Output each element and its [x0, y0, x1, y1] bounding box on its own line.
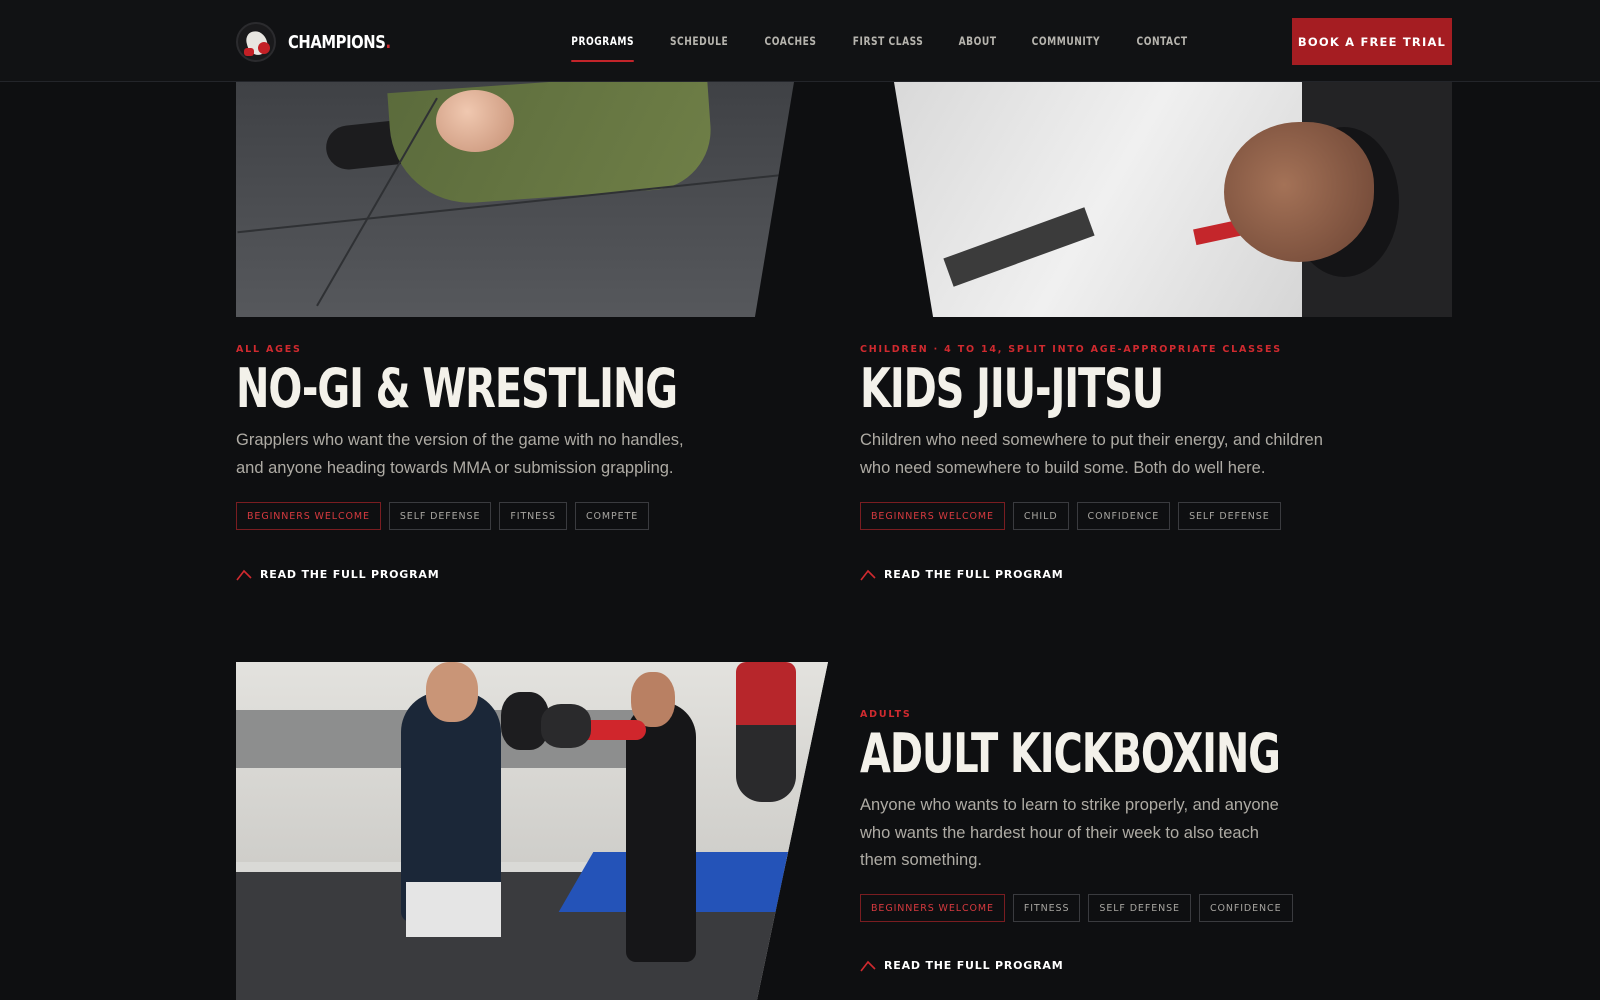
program-title: ADULT KICKBOXING [860, 722, 1281, 785]
tag: SELF DEFENSE [1178, 502, 1281, 530]
site-header: CHAMPIONS. PROGRAMS SCHEDULE COACHES FIR… [0, 0, 1600, 82]
nav-coaches[interactable]: COACHES [764, 0, 816, 82]
program-title: KIDS JIU-JITSU [860, 357, 1164, 420]
nav-schedule[interactable]: SCHEDULE [670, 0, 728, 82]
program-eyebrow: ADULTS [860, 709, 912, 720]
program-description: Anyone who wants to learn to strike prop… [860, 796, 1279, 869]
tag: CHILD [1012, 502, 1069, 530]
logo-emblem-icon [236, 22, 276, 62]
program-description: Grapplers who want the version of the ga… [236, 431, 684, 477]
main-nav: PROGRAMS SCHEDULE COACHES FIRST CLASS AB… [567, 0, 1191, 82]
tag: SELF DEFENSE [388, 502, 492, 530]
kids-jiu-jitsu-photo [894, 82, 1452, 317]
tag: BEGINNERS WELCOME [236, 502, 381, 530]
site-logo[interactable]: CHAMPIONS. [236, 22, 413, 62]
program-tags: BEGINNERS WELCOME CHILD CONFIDENCE SELF … [860, 502, 1281, 530]
program-title: NO-GI & WRESTLING [236, 357, 678, 420]
tag: FITNESS [1012, 894, 1081, 922]
read-full-program-link[interactable]: READ THE FULL PROGRAM [860, 959, 1063, 972]
adult-kickboxing-photo [236, 662, 828, 1000]
nav-programs[interactable]: PROGRAMS [571, 0, 635, 82]
logo-wordmark: CHAMPIONS. [288, 31, 391, 53]
tag: FITNESS [499, 502, 567, 530]
tag: SELF DEFENSE [1088, 894, 1191, 922]
nav-first-class[interactable]: FIRST CLASS [852, 0, 923, 82]
read-full-program-link[interactable]: READ THE FULL PROGRAM [860, 568, 1063, 581]
book-free-trial-button[interactable]: BOOK A FREE TRIAL [1292, 18, 1452, 65]
program-eyebrow: CHILDREN · 4 TO 14, SPLIT INTO AGE-APPRO… [860, 344, 1282, 355]
no-gi-photo [236, 82, 794, 317]
program-description: Children who need somewhere to put their… [860, 431, 1323, 477]
arrow-up-right-icon [236, 569, 252, 580]
program-eyebrow: ALL AGES [236, 344, 302, 355]
read-full-program-link[interactable]: READ THE FULL PROGRAM [236, 568, 439, 581]
tag: COMPETE [574, 502, 650, 530]
tag: BEGINNERS WELCOME [860, 502, 1005, 530]
tag: BEGINNERS WELCOME [860, 894, 1005, 922]
arrow-up-right-icon [860, 569, 876, 580]
nav-community[interactable]: COMMUNITY [1032, 0, 1101, 82]
tag: CONFIDENCE [1076, 502, 1171, 530]
nav-about[interactable]: ABOUT [958, 0, 996, 82]
arrow-up-right-icon [860, 960, 876, 971]
program-tags: BEGINNERS WELCOME FITNESS SELF DEFENSE C… [860, 894, 1293, 922]
program-tags: BEGINNERS WELCOME SELF DEFENSE FITNESS C… [236, 502, 650, 530]
nav-contact[interactable]: CONTACT [1136, 0, 1187, 82]
tag: CONFIDENCE [1198, 894, 1293, 922]
